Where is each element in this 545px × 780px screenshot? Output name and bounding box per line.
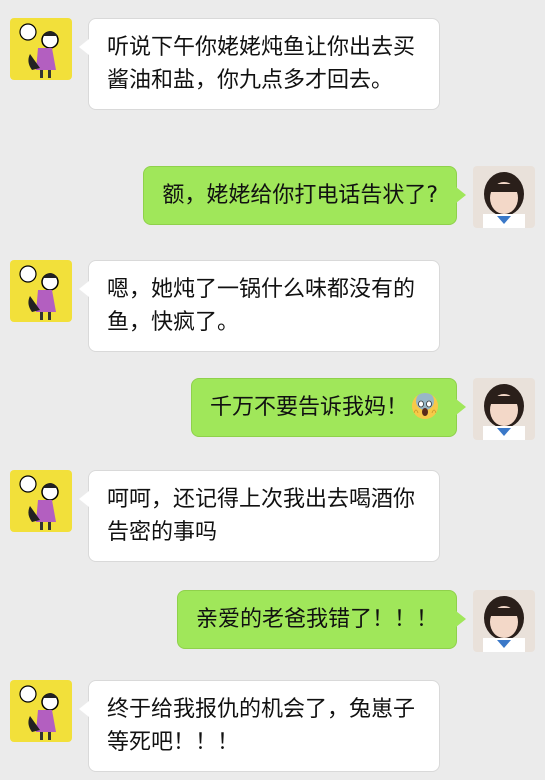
father-avatar[interactable] (10, 680, 72, 742)
user-avatar[interactable] (473, 166, 535, 228)
user-avatar[interactable] (473, 590, 535, 652)
father-avatar[interactable] (10, 260, 72, 322)
sent-message-bubble[interactable]: 千万不要告诉我妈！ (190, 378, 467, 437)
girl-photo-avatar-icon (473, 378, 535, 440)
girl-photo-avatar-icon (473, 590, 535, 652)
received-message-bubble[interactable]: 听说下午你姥姥炖鱼让你出去买酱油和盐，你九点多才回去。 (79, 18, 440, 110)
father-avatar[interactable] (10, 470, 72, 532)
sent-message-bubble[interactable]: 额，姥姥给你打电话告状了? (143, 166, 466, 225)
cartoon-avatar-icon (10, 18, 72, 80)
sent-message-bubble[interactable]: 亲爱的老爸我错了！！！ (176, 590, 467, 649)
girl-photo-avatar-icon (473, 166, 535, 228)
received-message-bubble[interactable]: 终于给我报仇的机会了，兔崽子等死吧！！！ (79, 680, 440, 772)
received-message-bubble[interactable]: 嗯，她炖了一锅什么味都没有的鱼，快疯了。 (79, 260, 440, 352)
scream-emoji-icon (412, 393, 438, 419)
cartoon-avatar-icon (10, 260, 72, 322)
received-message-bubble[interactable]: 呵呵，还记得上次我出去喝酒你告密的事吗 (79, 470, 440, 562)
user-avatar[interactable] (473, 378, 535, 440)
cartoon-avatar-icon (10, 470, 72, 532)
message-text: 千万不要告诉我妈！ (209, 395, 408, 420)
father-avatar[interactable] (10, 18, 72, 80)
cartoon-avatar-icon (10, 680, 72, 742)
